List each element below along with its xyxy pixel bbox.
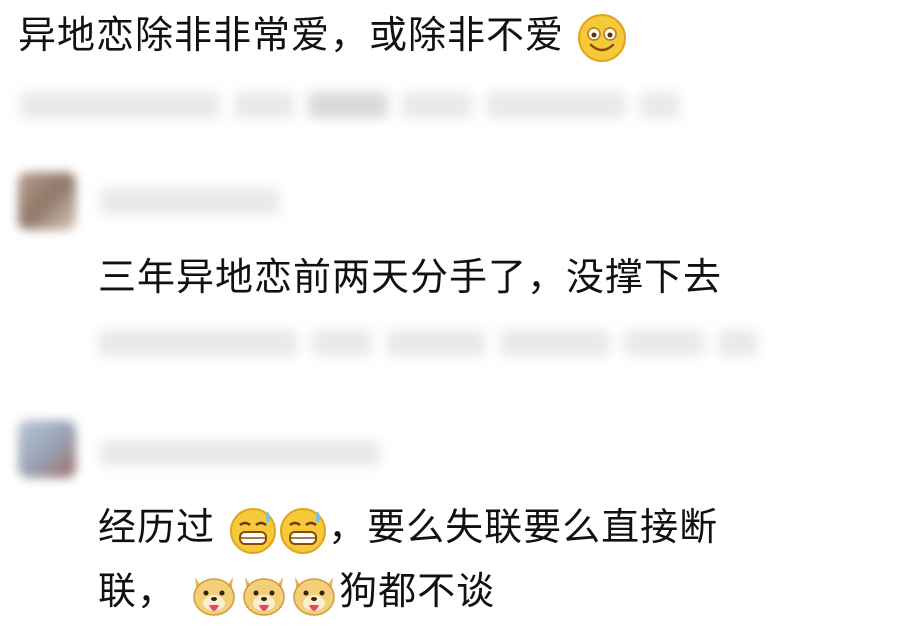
comment-text: 三年异地恋前两天分手了，没撑下去: [98, 255, 723, 299]
comment-text-part: 联，: [98, 569, 177, 613]
doge-tongue-emoji-icon: [293, 576, 335, 616]
doge-tongue-emoji-icon: [193, 576, 235, 616]
sweat-grin-emoji-icon: [230, 507, 277, 554]
comment-text-part: 狗都不谈: [339, 569, 496, 613]
post-text-line: 异地恋除非非常爱，或除非不爱: [18, 12, 627, 63]
comment-text-part: 经历过: [98, 505, 216, 549]
avatar[interactable]: [18, 420, 76, 478]
comment-text-part: ，要么失联要么直接断: [328, 505, 719, 549]
post-text: 异地恋除非非常爱，或除非不爱: [18, 13, 565, 57]
smile-emoji-icon: [578, 13, 627, 62]
comment-text-line-2: 联， 狗都不谈: [98, 568, 495, 619]
commenter-name-blurred: [100, 440, 380, 466]
avatar[interactable]: [18, 172, 76, 230]
doge-tongue-emoji-icon: [243, 576, 285, 616]
comment-meta-blurred: [98, 330, 758, 356]
comment-text-line-1: 经历过 ，要么失联要么直接断: [98, 504, 718, 555]
post-meta-blurred: [20, 92, 680, 118]
sweat-grin-emoji-icon: [280, 507, 327, 554]
commenter-name-blurred: [100, 188, 280, 214]
